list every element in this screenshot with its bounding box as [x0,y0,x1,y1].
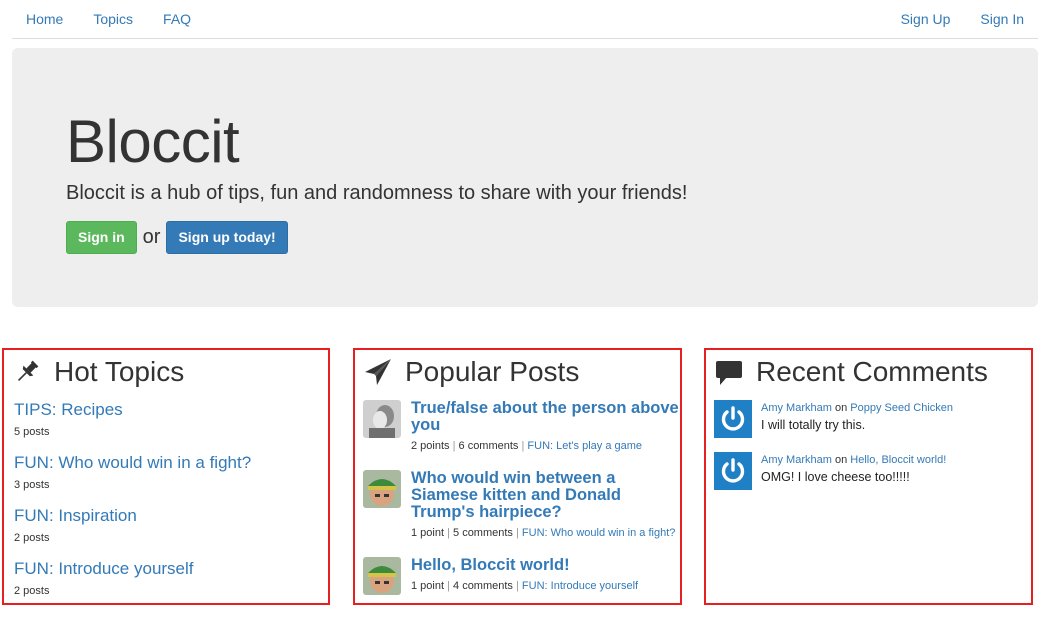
comment-meta: Amy Markham on Poppy Seed Chicken [761,402,953,414]
hot-topics-panel: Hot Topics TIPS: Recipes 5 posts FUN: Wh… [2,348,330,605]
topic-link[interactable]: TIPS: Recipes [14,400,123,420]
topic-link[interactable]: FUN: Who would win in a fight? [14,453,251,473]
topic-post-count: 5 posts [14,426,50,438]
on-text: on [834,454,848,466]
post-points: 2 points [411,440,450,452]
hot-topics-title: Hot Topics [54,356,185,387]
post-body: True/false about the person above you 2 … [411,400,679,453]
post-body: Who would win between a Siamese kitten a… [411,470,679,540]
sign-up-button[interactable]: Sign up today! [166,221,288,254]
nav-sign-up-link[interactable]: Sign Up [901,11,951,27]
comment-body: Amy Markham on Poppy Seed Chicken I will… [761,402,953,432]
comment-post-link[interactable]: Hello, Bloccit world! [850,454,946,466]
popular-posts-title: Popular Posts [405,356,580,387]
topic-post-count: 2 posts [14,532,50,544]
pushpin-icon [12,357,42,387]
avatar [363,400,401,438]
on-text: on [834,402,848,414]
nav-home-link[interactable]: Home [26,11,63,27]
post-topic-link[interactable]: FUN: Introduce yourself [522,580,638,592]
topic-link[interactable]: FUN: Inspiration [14,506,137,526]
hero-actions: Sign in or Sign up today! [66,221,288,254]
list-item: FUN: Inspiration 2 posts [14,506,137,544]
comment-body: Amy Markham on Hello, Bloccit world! OMG… [761,454,946,484]
power-icon [721,406,745,431]
comment-icon [714,357,744,387]
post-comments: 4 comments [453,580,513,592]
comment-text: OMG! I love cheese too!!!!! [761,470,910,484]
avatar [363,470,401,508]
post-topic-link[interactable]: FUN: Who would win in a fight? [522,527,675,539]
list-item: TIPS: Recipes 5 posts [14,400,123,438]
nav-topics-link[interactable]: Topics [93,11,133,27]
popular-posts-panel: Popular Posts True/false about the perso… [353,348,682,605]
list-item: FUN: Who would win in a fight? 3 posts [14,453,251,491]
post-meta: 1 point | 4 comments | FUN: Introduce yo… [411,580,639,592]
top-navbar: Home Topics FAQ Sign Up Sign In [12,0,1038,39]
power-icon [721,458,745,483]
post-comments: 6 comments [458,440,519,452]
sign-in-button[interactable]: Sign in [66,221,137,254]
paper-plane-icon [363,357,393,387]
hot-topics-header: Hot Topics [12,356,184,388]
post-points: 1 point [411,580,445,592]
nav-faq-link[interactable]: FAQ [163,11,191,27]
post-comments: 5 comments [453,527,513,539]
post-title-link[interactable]: True/false about the person above you [411,400,679,434]
post-points: 1 point [411,527,445,539]
avatar [363,557,401,595]
comment-author-link[interactable]: Amy Markham [761,454,832,466]
post-title-link[interactable]: Who would win between a Siamese kitten a… [411,470,679,521]
recent-comments-header: Recent Comments [714,356,988,388]
recent-comments-title: Recent Comments [756,356,988,387]
nav-right: Sign Up Sign In [871,11,1024,27]
avatar [714,400,752,438]
comment-meta: Amy Markham on Hello, Bloccit world! [761,454,946,466]
avatar [714,452,752,490]
post-topic-link[interactable]: FUN: Let's play a game [527,440,642,452]
comment-post-link[interactable]: Poppy Seed Chicken [850,402,953,414]
post-meta: 2 points | 6 comments | FUN: Let's play … [411,440,643,452]
topic-link[interactable]: FUN: Introduce yourself [14,559,194,579]
or-text: or [142,226,161,248]
nav-sign-in-link[interactable]: Sign In [980,11,1024,27]
post-body: Hello, Bloccit world! 1 point | 4 commen… [411,557,679,593]
topic-post-count: 2 posts [14,585,50,597]
comment-author-link[interactable]: Amy Markham [761,402,832,414]
list-item: FUN: Introduce yourself 2 posts [14,559,194,597]
recent-comments-panel: Recent Comments Amy Markham on Poppy See… [704,348,1033,605]
nav-left: Home Topics FAQ [26,11,221,27]
topic-post-count: 3 posts [14,479,50,491]
post-meta: 1 point | 5 comments | FUN: Who would wi… [411,527,676,539]
hero-title: Bloccit [66,108,240,175]
post-title-link[interactable]: Hello, Bloccit world! [411,557,679,574]
hero-tagline: Bloccit is a hub of tips, fun and random… [66,182,688,204]
comment-text: I will totally try this. [761,418,866,432]
hero-jumbotron: Bloccit Bloccit is a hub of tips, fun an… [12,48,1038,307]
popular-posts-header: Popular Posts [363,356,579,388]
